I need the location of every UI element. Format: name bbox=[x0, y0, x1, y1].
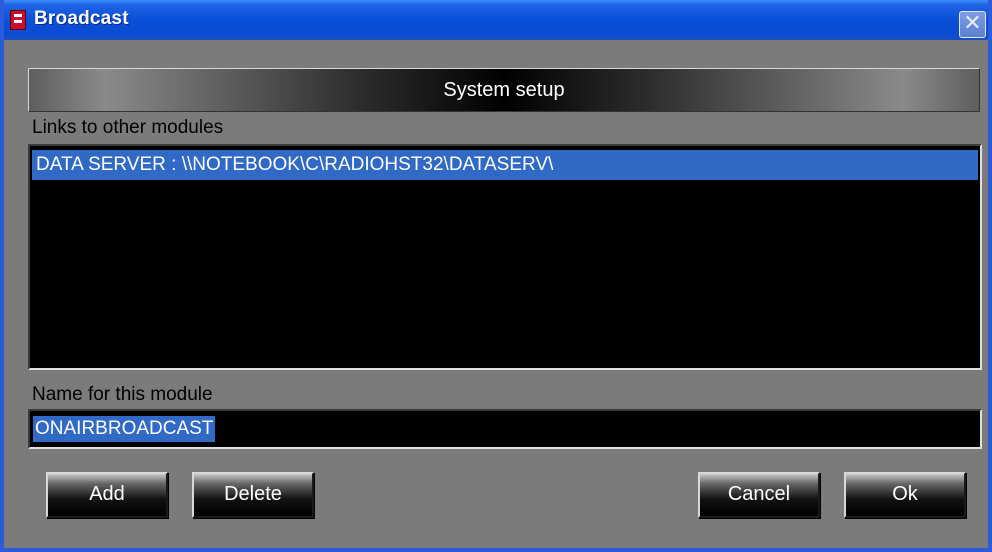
title-bar[interactable]: Broadcast ✕ bbox=[4, 0, 988, 40]
links-list[interactable]: DATA SERVER : \\NOTEBOOK\C\RADIOHST32\DA… bbox=[28, 144, 982, 370]
close-icon: ✕ bbox=[963, 11, 982, 36]
list-item[interactable]: DATA SERVER : \\NOTEBOOK\C\RADIOHST32\DA… bbox=[32, 150, 978, 180]
broadcast-window: Broadcast ✕ System setup Links to other … bbox=[0, 0, 992, 552]
module-name-label: Name for this module bbox=[32, 384, 213, 405]
close-button[interactable]: ✕ bbox=[959, 11, 986, 38]
links-label: Links to other modules bbox=[32, 117, 224, 138]
app-icon bbox=[10, 10, 26, 30]
ok-button[interactable]: Ok bbox=[844, 472, 966, 518]
module-name-input[interactable]: ONAIRBROADCAST bbox=[28, 409, 982, 449]
window-title: Broadcast bbox=[34, 8, 129, 29]
section-header: System setup bbox=[28, 68, 980, 112]
delete-button[interactable]: Delete bbox=[192, 472, 314, 518]
add-button[interactable]: Add bbox=[46, 472, 168, 518]
module-name-value: ONAIRBROADCAST bbox=[33, 416, 216, 442]
cancel-button[interactable]: Cancel bbox=[698, 472, 820, 518]
